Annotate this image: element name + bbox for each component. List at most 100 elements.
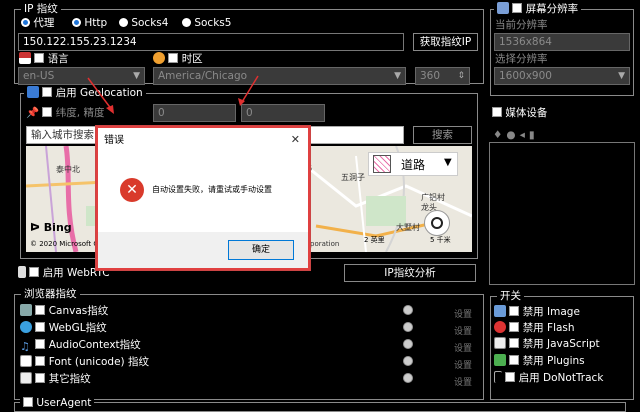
fp-setting-webgl[interactable]: 设置 (454, 324, 472, 337)
map-label-7: poration (310, 240, 340, 248)
chevron-down-icon: ▼ (394, 71, 401, 81)
puzzle-icon (494, 354, 506, 366)
switch-checkbox[interactable] (509, 322, 520, 332)
language-row[interactable]: 语言 (19, 52, 69, 66)
fp-label: AudioContext指纹 (48, 339, 141, 351)
useragent-checkbox[interactable] (23, 397, 33, 407)
map-copyright: © 2020 Microsoft Co (30, 240, 103, 248)
mic-icon[interactable]: ♦ (493, 129, 506, 141)
radio-icon (182, 18, 191, 27)
current-resolution-field: 1536x864 (494, 33, 630, 51)
socks4-radio[interactable]: Socks4 (119, 16, 168, 30)
fp-checkbox[interactable] (35, 339, 46, 349)
switch-label: 禁用 Plugins (522, 355, 585, 367)
webrtc-checkbox[interactable] (29, 267, 40, 277)
status-dot-icon (403, 339, 413, 349)
dialog-title: 错误 (98, 128, 308, 154)
fp-label: WebGL指纹 (48, 322, 107, 334)
fp-item-other[interactable]: 其它指纹 (20, 372, 91, 386)
close-icon[interactable]: ✕ (291, 133, 300, 146)
ok-button[interactable]: 确定 (228, 240, 294, 260)
switch-plugins[interactable]: 禁用 Plugins (494, 354, 585, 368)
media-checkbox[interactable] (492, 107, 502, 117)
timezone-row[interactable]: 时区 (153, 52, 203, 66)
map-style-dropdown[interactable]: 道路 ▼ (368, 152, 458, 176)
bing-text: Bing (43, 221, 72, 234)
canvas-icon (20, 304, 32, 316)
fp-checkbox[interactable] (35, 305, 46, 315)
speaker-icon[interactable]: ◂ (520, 129, 529, 141)
switch-flash[interactable]: 禁用 Flash (494, 321, 575, 335)
screen-title-row[interactable]: 屏幕分辨率 (494, 2, 582, 16)
timezone-offset-spinner[interactable]: 360 ⇕ (415, 67, 470, 85)
ip-analyze-button[interactable]: IP指纹分析 (344, 264, 476, 282)
geolocation-checkbox[interactable] (42, 87, 53, 97)
media-list[interactable] (489, 142, 635, 285)
map-label-2: 大墅村 (396, 223, 420, 232)
chevron-down-icon: ▼ (618, 71, 625, 81)
dialog-body: ✕ 自动设置失败，请重试或手动设置 (98, 154, 308, 230)
printer-icon (20, 372, 32, 384)
fp-checkbox[interactable] (35, 356, 46, 366)
corner-icon (494, 371, 502, 383)
font-icon (20, 355, 32, 367)
media-label: 媒体设备 (505, 107, 548, 119)
switch-checkbox[interactable] (509, 355, 520, 365)
trash-icon[interactable]: ▮ (529, 129, 539, 141)
pin-icon: 📌 (26, 107, 40, 119)
media-row[interactable]: 媒体设备 (492, 106, 547, 120)
socks5-radio[interactable]: Socks5 (182, 16, 231, 30)
fp-item-canvas[interactable]: Canvas指纹 (20, 304, 108, 318)
city-search-button[interactable]: 搜索 (413, 126, 472, 144)
fp-label: Font (unicode) 指纹 (48, 356, 149, 368)
error-icon: ✕ (120, 178, 144, 202)
resolution-value: 1600x900 (499, 70, 552, 82)
fp-setting-audio[interactable]: 设置 (454, 341, 472, 354)
globe-icon (20, 321, 32, 333)
proxy-label: 代理 (33, 17, 55, 29)
get-ip-button[interactable]: 获取指纹IP (413, 33, 478, 51)
media-toolbar: ♦●◂▮ (493, 128, 539, 142)
switch-checkbox[interactable] (509, 338, 520, 348)
map-scale-mi: 2 英里 (364, 236, 385, 244)
switch-checkbox[interactable] (505, 372, 516, 382)
road-icon (373, 155, 391, 173)
ip-group-title: IP 指纹 (21, 2, 61, 16)
useragent-row[interactable]: UserAgent (20, 396, 95, 410)
socks4-label: Socks4 (131, 17, 169, 29)
http-radio[interactable]: Http (72, 16, 107, 30)
language-checkbox[interactable] (34, 53, 45, 63)
fp-label: Canvas指纹 (48, 305, 109, 317)
map-label-1: 五洞子 (341, 173, 365, 182)
fp-setting-canvas[interactable]: 设置 (454, 307, 472, 320)
proxy-radio[interactable]: 代理 (21, 16, 54, 30)
switch-dnt[interactable]: 启用 DoNotTrack (494, 371, 603, 385)
screen-checkbox[interactable] (512, 3, 523, 13)
phone-icon (18, 266, 26, 278)
locate-me-button[interactable] (424, 210, 450, 236)
timezone-checkbox[interactable] (168, 53, 179, 63)
fp-checkbox[interactable] (35, 322, 46, 332)
http-label: Http (84, 17, 108, 29)
switch-image[interactable]: 禁用 Image (494, 305, 580, 319)
timezone-offset-value: 360 (420, 70, 441, 82)
status-dot-icon (403, 322, 413, 332)
radio-icon (72, 18, 81, 27)
screen-title: 屏幕分辨率 (525, 3, 579, 15)
socks5-label: Socks5 (194, 17, 232, 29)
fp-item-audio[interactable]: ♫ AudioContext指纹 (20, 338, 141, 353)
resolution-select[interactable]: 1600x900 ▼ (494, 67, 630, 85)
camera-icon[interactable]: ● (506, 129, 519, 141)
fp-item-webgl[interactable]: WebGL指纹 (20, 321, 107, 335)
switch-javascript[interactable]: 禁用 JavaScript (494, 337, 600, 351)
fp-checkbox[interactable] (35, 373, 46, 383)
language-value: en-US (23, 70, 55, 82)
ip-input[interactable]: 150.122.155.23.1234 (18, 33, 404, 51)
fp-setting-font[interactable]: 设置 (454, 358, 472, 371)
fp-setting-other[interactable]: 设置 (454, 375, 472, 388)
status-dot-icon (403, 356, 413, 366)
switch-checkbox[interactable] (509, 306, 520, 316)
latlng-checkbox[interactable] (42, 107, 53, 117)
fp-item-font[interactable]: Font (unicode) 指纹 (20, 355, 149, 369)
monitor-icon (497, 2, 509, 14)
